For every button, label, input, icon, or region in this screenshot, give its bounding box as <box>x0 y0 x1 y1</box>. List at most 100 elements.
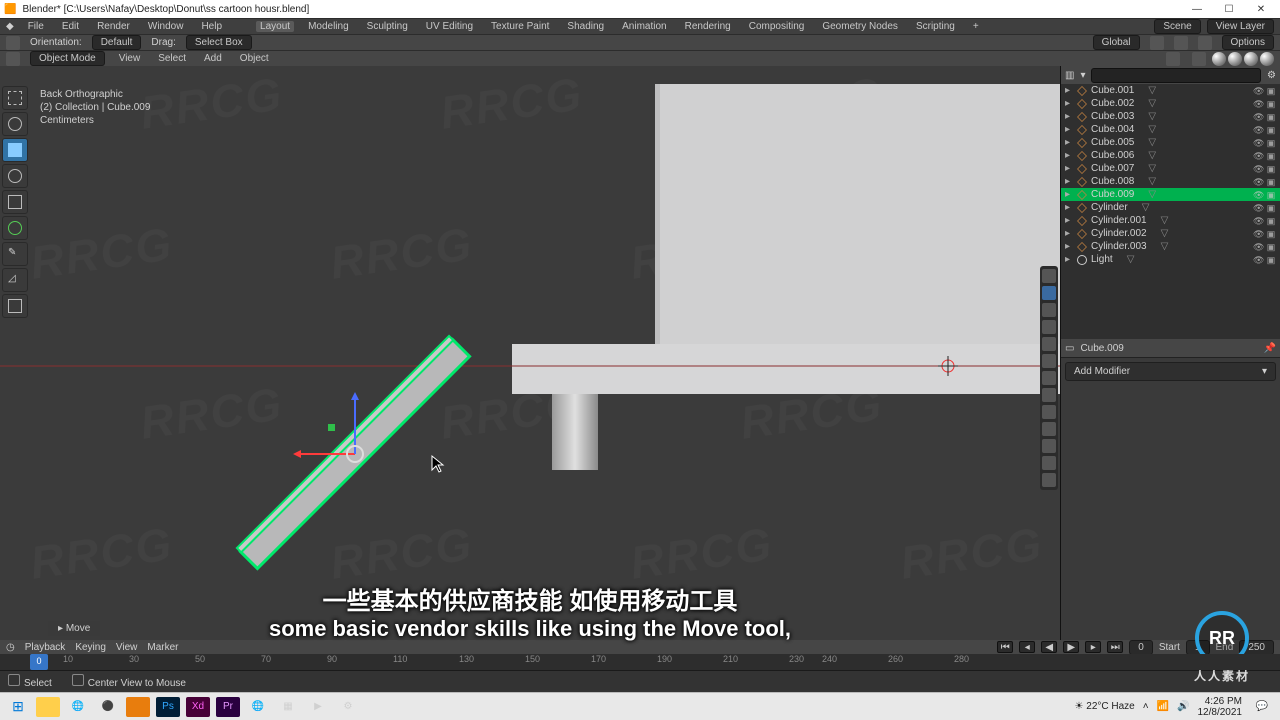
tab-rendering[interactable]: Rendering <box>681 21 735 32</box>
ptab-world-icon[interactable] <box>1042 337 1056 351</box>
ptab-material-icon[interactable] <box>1042 456 1056 470</box>
pin-icon[interactable]: 📌 <box>1264 343 1276 354</box>
premiere-icon[interactable]: Pr <box>216 697 240 717</box>
viewlayer-field[interactable]: View Layer <box>1207 19 1274 34</box>
menu-edit[interactable]: Edit <box>58 21 83 32</box>
shading-matprev-icon[interactable] <box>1244 52 1258 66</box>
ptab-texture-icon[interactable] <box>1042 473 1056 487</box>
ptab-render-icon[interactable] <box>1042 269 1056 283</box>
pivot-icon[interactable] <box>1150 36 1164 50</box>
tray-chevron-icon[interactable]: ˄ <box>1143 701 1149 712</box>
outliner-search-input[interactable] <box>1091 68 1261 83</box>
ptab-physics-icon[interactable] <box>1042 405 1056 419</box>
scene-field[interactable]: Scene <box>1154 19 1200 34</box>
drag-select[interactable]: Select Box <box>186 35 252 50</box>
minimize-button[interactable]: — <box>1182 1 1212 17</box>
timeline-editor[interactable]: ◷ Playback Keying View Marker ⏮ ◂ ◀ ▶ ▸ … <box>0 640 1280 670</box>
frame-end[interactable]: 250 <box>1239 640 1274 655</box>
play-rev-icon[interactable]: ◀ <box>1041 641 1057 653</box>
menu-file[interactable]: File <box>24 21 48 32</box>
xray-icon[interactable] <box>1192 52 1206 66</box>
outliner-item[interactable]: ▸ Cube.004 ▽ 👁▣ <box>1061 123 1280 136</box>
mode-select[interactable]: Object Mode <box>30 51 105 66</box>
outliner-type-icon[interactable]: ▥ <box>1065 70 1074 81</box>
ptab-viewlayer-icon[interactable] <box>1042 303 1056 317</box>
tab-layout[interactable]: Layout <box>256 21 294 32</box>
windows-taskbar[interactable]: ⊞ 🌐 ⚫ Ps Xd Pr 🌐 ▦ ▶ ⚙ ☀ 22°C Haze ˄ 📶 🔊… <box>0 692 1280 720</box>
menu-view[interactable]: View <box>115 53 145 64</box>
edge-icon[interactable]: 🌐 <box>246 697 270 717</box>
outliner-item[interactable]: ▸ Cube.003 ▽ 👁▣ <box>1061 110 1280 123</box>
shading-modes[interactable] <box>1212 52 1274 66</box>
proportional-icon[interactable] <box>1198 36 1212 50</box>
chrome-icon[interactable]: 🌐 <box>66 697 90 717</box>
menu-select[interactable]: Select <box>154 53 190 64</box>
tab-modeling[interactable]: Modeling <box>304 21 353 32</box>
tray-volume-icon[interactable]: 🔊 <box>1177 701 1189 712</box>
outliner-item[interactable]: ▸ Cube.001 ▽ 👁▣ <box>1061 84 1280 97</box>
outliner-item[interactable]: ▸ Cube.006 ▽ 👁▣ <box>1061 149 1280 162</box>
outliner-item[interactable]: ▸ Cylinder.002 ▽ 👁▣ <box>1061 227 1280 240</box>
timeline-type-icon[interactable]: ◷ <box>6 642 15 653</box>
close-button[interactable]: ✕ <box>1246 1 1276 17</box>
outliner-item[interactable]: ▸ Cube.009 ▽ 👁▣ <box>1061 188 1280 201</box>
outliner-item[interactable]: ▸ Cube.005 ▽ 👁▣ <box>1061 136 1280 149</box>
camtasia-icon[interactable]: ▦ <box>276 697 300 717</box>
outliner-list[interactable]: ▸ Cube.001 ▽ 👁▣▸ Cube.002 ▽ 👁▣▸ Cube.003… <box>1061 84 1280 339</box>
tab-add[interactable]: + <box>969 21 983 32</box>
tab-shading[interactable]: Shading <box>563 21 608 32</box>
last-operator-panel[interactable]: ▸ Move <box>48 621 100 636</box>
tl-marker[interactable]: Marker <box>147 642 178 653</box>
ptab-scene-icon[interactable] <box>1042 320 1056 334</box>
snap-icon[interactable] <box>1174 36 1188 50</box>
outliner-item[interactable]: ▸ Cylinder ▽ 👁▣ <box>1061 201 1280 214</box>
shading-solid-icon[interactable] <box>1228 52 1242 66</box>
jump-end-icon[interactable]: ⏭ <box>1107 641 1123 653</box>
photoshop-icon[interactable]: Ps <box>156 697 180 717</box>
outliner-item[interactable]: ▸ Cylinder.003 ▽ 👁▣ <box>1061 240 1280 253</box>
ptab-data-icon[interactable] <box>1042 439 1056 453</box>
menu-object[interactable]: Object <box>236 53 273 64</box>
maximize-button[interactable]: ☐ <box>1214 1 1244 17</box>
prev-key-icon[interactable]: ◂ <box>1019 641 1035 653</box>
3d-viewport[interactable]: RRCG RRCG RRCG RRCG RRCG RRCG RRCG RRCG … <box>0 66 1060 640</box>
clock-date[interactable]: 12/8/2021 <box>1198 707 1243 718</box>
explorer-icon[interactable] <box>36 697 60 717</box>
outliner-item[interactable]: ▸ Cylinder.001 ▽ 👁▣ <box>1061 214 1280 227</box>
xd-icon[interactable]: Xd <box>186 697 210 717</box>
media-icon[interactable]: ▶ <box>306 697 330 717</box>
timeline-track[interactable]: 0 10305070901101301501701902102302402602… <box>0 654 1280 670</box>
tl-view[interactable]: View <box>116 642 138 653</box>
outliner-item[interactable]: ▸ Cube.007 ▽ 👁▣ <box>1061 162 1280 175</box>
editor-type-icon[interactable] <box>6 52 20 66</box>
gizmo-toggle-icon[interactable] <box>1166 52 1180 66</box>
outliner-display-icon[interactable]: ▾ <box>1080 70 1085 81</box>
weather-widget[interactable]: ☀ 22°C Haze <box>1075 701 1135 712</box>
tab-texture[interactable]: Texture Paint <box>487 21 553 32</box>
shading-rendered-icon[interactable] <box>1260 52 1274 66</box>
ptab-particle-icon[interactable] <box>1042 388 1056 402</box>
menu-render[interactable]: Render <box>93 21 134 32</box>
transform-orientation[interactable]: Global <box>1093 35 1140 50</box>
tab-animation[interactable]: Animation <box>618 21 670 32</box>
filter-icon[interactable]: ⚙ <box>1267 70 1276 81</box>
clock-time[interactable]: 4:26 PM <box>1205 696 1242 707</box>
options-dropdown[interactable]: Options <box>1222 35 1274 50</box>
frame-current[interactable]: 0 <box>1129 640 1153 655</box>
tray-network-icon[interactable]: 📶 <box>1157 701 1169 712</box>
tab-uv[interactable]: UV Editing <box>422 21 477 32</box>
ptab-modifier-icon[interactable] <box>1042 371 1056 385</box>
menu-window[interactable]: Window <box>144 21 188 32</box>
play-icon[interactable]: ▶ <box>1063 641 1079 653</box>
tl-keying[interactable]: Keying <box>75 642 106 653</box>
settings-icon[interactable]: ⚙ <box>336 697 360 717</box>
outliner-item[interactable]: ▸ Light ▽ 👁▣ <box>1061 253 1280 266</box>
tab-geonodes[interactable]: Geometry Nodes <box>818 21 902 32</box>
shading-wireframe-icon[interactable] <box>1212 52 1226 66</box>
orientation-select[interactable]: Default <box>92 35 142 50</box>
obs-icon[interactable]: ⚫ <box>96 697 120 717</box>
add-modifier-button[interactable]: Add Modifier▾ <box>1065 362 1276 381</box>
menu-help[interactable]: Help <box>197 21 226 32</box>
tab-sculpting[interactable]: Sculpting <box>363 21 412 32</box>
outliner-item[interactable]: ▸ Cube.002 ▽ 👁▣ <box>1061 97 1280 110</box>
